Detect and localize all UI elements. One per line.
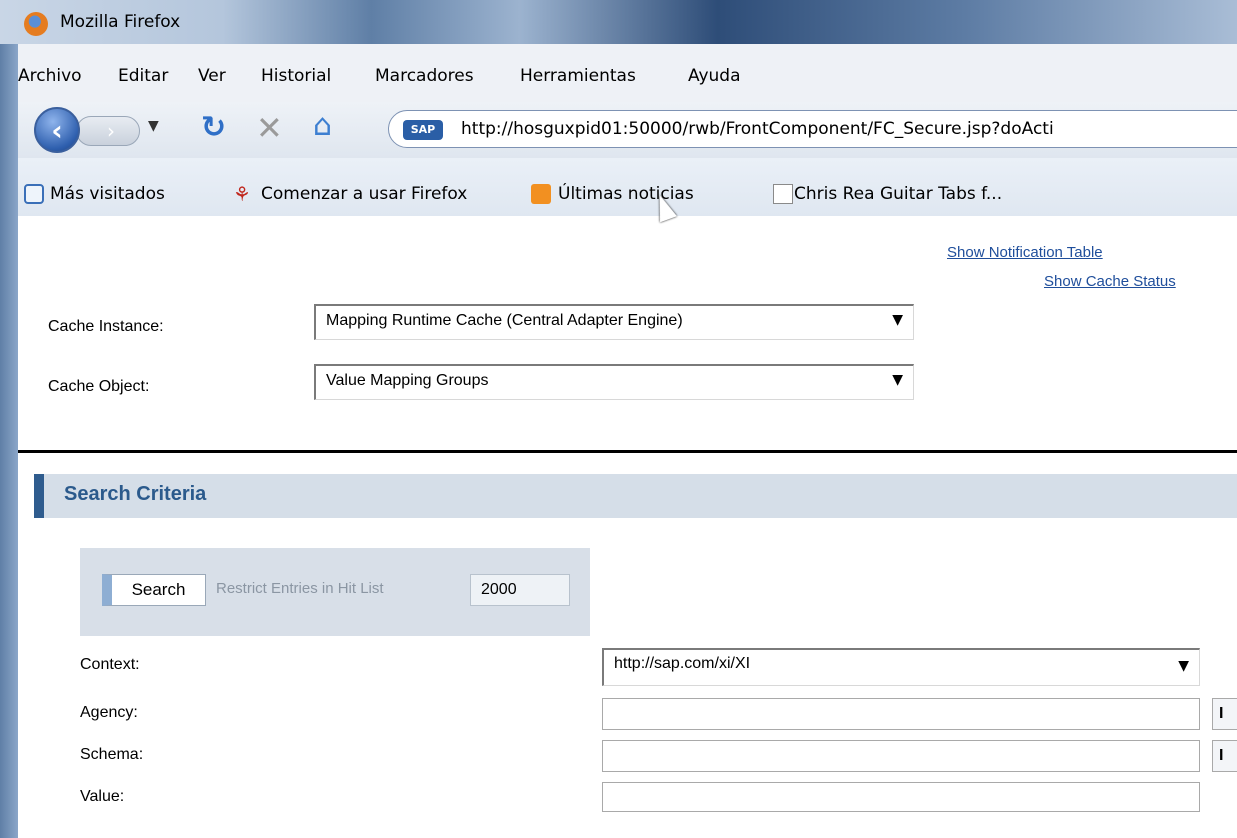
bookmark-mas-visitados[interactable]: Más visitados — [50, 184, 165, 204]
value-label: Value: — [80, 788, 125, 805]
page-content: Show Notification Table Show Cache Statu… — [18, 216, 1237, 838]
show-notification-table-link[interactable]: Show Notification Table — [947, 244, 1103, 261]
cache-object-value: Value Mapping Groups — [326, 372, 489, 389]
agency-label: Agency: — [80, 704, 138, 721]
search-criteria-header: Search Criteria — [34, 474, 1237, 518]
forward-button[interactable]: › — [76, 116, 140, 146]
chevron-down-icon: ▼ — [1178, 658, 1189, 674]
reload-icon[interactable]: ↻ — [201, 110, 226, 145]
section-title: Search Criteria — [64, 483, 207, 505]
agency-input[interactable] — [602, 698, 1200, 730]
chevron-down-icon: ▼ — [892, 372, 903, 388]
address-bar[interactable]: SAP http://hosguxpid01:50000/rwb/FrontCo… — [388, 110, 1237, 148]
context-select[interactable]: http://sap.com/xi/XI ▼ — [602, 648, 1200, 686]
page-icon — [773, 184, 793, 204]
schema-label: Schema: — [80, 746, 144, 763]
address-url[interactable]: http://hosguxpid01:50000/rwb/FrontCompon… — [461, 119, 1054, 139]
menu-ayuda[interactable]: Ayuda — [688, 66, 741, 86]
search-panel: Search Restrict Entries in Hit List 2000 — [80, 548, 590, 636]
schema-side-button[interactable]: I — [1212, 740, 1237, 772]
search-bookmark-icon — [24, 184, 44, 204]
back-button[interactable]: ‹ — [34, 107, 80, 153]
menu-editar[interactable]: Editar — [118, 66, 168, 86]
agency-side-button[interactable]: I — [1212, 698, 1237, 730]
rss-feed-icon — [531, 184, 551, 204]
window-left-edge — [0, 44, 18, 838]
stop-icon[interactable]: ✕ — [256, 109, 283, 147]
bookmark-comenzar-firefox[interactable]: Comenzar a usar Firefox — [261, 184, 467, 204]
menu-historial[interactable]: Historial — [261, 66, 331, 86]
bookmark-chris-rea[interactable]: Chris Rea Guitar Tabs f... — [794, 184, 1002, 204]
context-label: Context: — [80, 656, 140, 673]
cache-object-label: Cache Object: — [48, 378, 150, 395]
site-favicon-icon: SAP — [403, 120, 443, 140]
hit-list-limit-input[interactable]: 2000 — [470, 574, 570, 606]
firefox-logo-icon — [24, 12, 48, 36]
context-value: http://sap.com/xi/XI — [614, 655, 751, 672]
firefox-dragon-icon: ⚘ — [233, 182, 251, 206]
cache-instance-value: Mapping Runtime Cache (Central Adapter E… — [326, 312, 683, 329]
window-title-bar: Mozilla Firefox — [0, 0, 1237, 44]
schema-input[interactable] — [602, 740, 1200, 772]
value-input[interactable] — [602, 782, 1200, 812]
navigation-toolbar: › ‹ ▼ ↻ ✕ ⌂ SAP http://hosguxpid01:50000… — [18, 102, 1237, 158]
menu-ver[interactable]: Ver — [198, 66, 226, 86]
menu-archivo[interactable]: Archivo — [18, 66, 82, 86]
home-icon[interactable]: ⌂ — [313, 108, 332, 143]
bookmarks-toolbar: Más visitados ⚘ Comenzar a usar Firefox … — [18, 158, 1237, 216]
menu-herramientas[interactable]: Herramientas — [520, 66, 636, 86]
cache-object-select[interactable]: Value Mapping Groups ▼ — [314, 364, 914, 400]
history-dropdown-icon[interactable]: ▼ — [148, 118, 159, 134]
cache-instance-label: Cache Instance: — [48, 318, 164, 335]
show-cache-status-link[interactable]: Show Cache Status — [1044, 273, 1176, 290]
search-button[interactable]: Search — [102, 574, 206, 606]
bookmark-ultimas-noticias[interactable]: Últimas noticias — [558, 184, 694, 204]
menu-marcadores[interactable]: Marcadores — [375, 66, 474, 86]
restrict-entries-label: Restrict Entries in Hit List — [216, 580, 384, 597]
window-title: Mozilla Firefox — [60, 12, 181, 32]
chevron-down-icon: ▼ — [892, 312, 903, 328]
menu-bar: Archivo Editar Ver Historial Marcadores … — [18, 44, 1237, 102]
cache-instance-select[interactable]: Mapping Runtime Cache (Central Adapter E… — [314, 304, 914, 340]
section-divider — [18, 450, 1237, 453]
